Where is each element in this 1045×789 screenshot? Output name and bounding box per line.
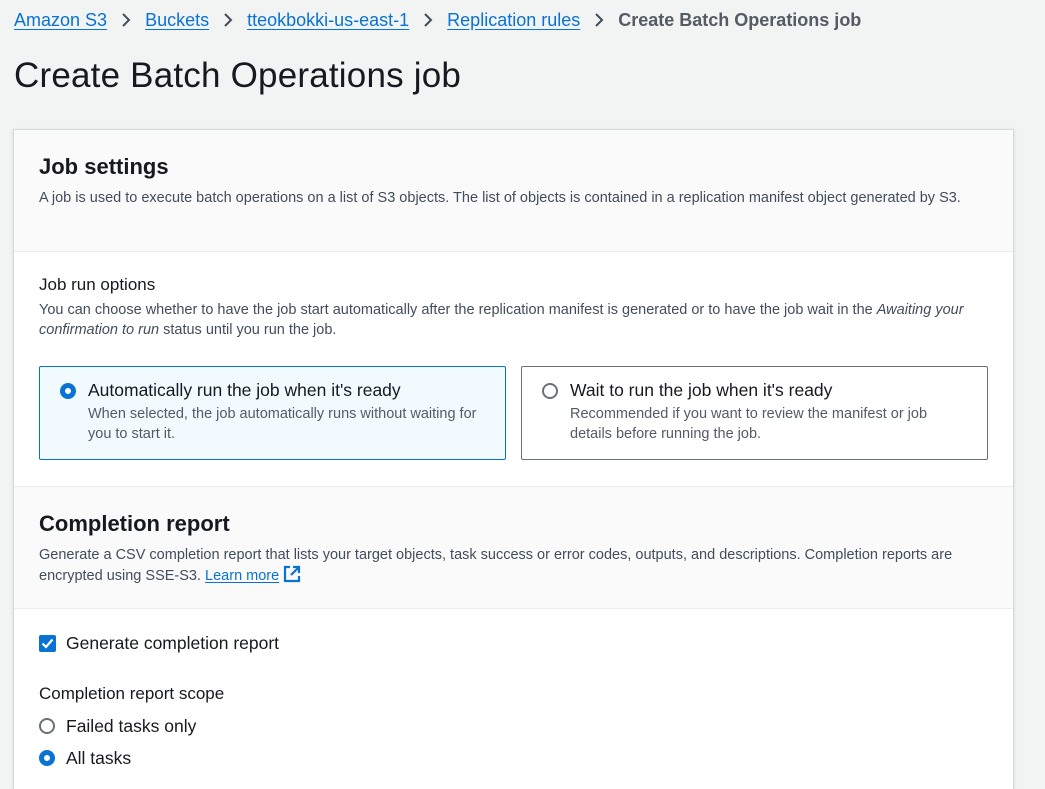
breadcrumb-link-buckets[interactable]: Buckets [145, 10, 209, 31]
wait-run-text: Wait to run the job when it's ready Reco… [570, 378, 967, 459]
scope-all-tasks-label: All tasks [66, 747, 132, 768]
completion-report-description: Generate a CSV completion report that li… [39, 545, 988, 589]
page-title: Create Batch Operations job [14, 56, 462, 95]
form-container: Job settings A job is used to execute ba… [13, 129, 1014, 789]
generate-completion-report-checkbox-row[interactable]: Generate completion report [39, 631, 988, 655]
completion-report-scope-label: Completion report scope [39, 684, 225, 703]
scope-failed-tasks-radio[interactable] [39, 718, 55, 734]
breadcrumb-link-bucket[interactable]: tteokbokki-us-east-1 [247, 10, 409, 31]
wait-run-title: Wait to run the job when it's ready [570, 380, 833, 400]
breadcrumb-current: Create Batch Operations job [618, 9, 862, 30]
scope-failed-tasks-label: Failed tasks only [66, 715, 197, 736]
breadcrumb-link-replication-rules[interactable]: Replication rules [447, 10, 580, 31]
breadcrumb-link-amazon-s3[interactable]: Amazon S3 [14, 10, 107, 31]
wait-run-tile[interactable]: Wait to run the job when it's ready Reco… [521, 366, 988, 460]
generate-completion-report-checkbox[interactable] [39, 634, 56, 652]
chevron-right-icon [217, 12, 239, 28]
job-run-options-description-prefix: You can choose whether to have the job s… [39, 302, 877, 318]
job-settings-description: A job is used to execute batch operation… [39, 190, 961, 206]
auto-run-title: Automatically run the job when it's read… [88, 380, 401, 400]
completion-report-body: Generate completion report Completion re… [14, 609, 1013, 770]
scope-all-tasks-option[interactable]: All tasks [39, 746, 988, 770]
completion-report-description-text: Generate a CSV completion report that li… [39, 547, 953, 584]
completion-report-title: Completion report [39, 511, 230, 536]
checkmark-icon [41, 638, 54, 649]
breadcrumb: Amazon S3 Buckets tteokbokki-us-east-1 R… [14, 8, 861, 32]
learn-more-link[interactable]: Learn more [205, 568, 279, 584]
chevron-right-icon [115, 12, 137, 28]
job-run-options-label: Job run options [39, 275, 156, 294]
job-run-options-tiles: Automatically run the job when it's read… [39, 366, 988, 460]
chevron-right-icon [588, 12, 610, 28]
auto-run-tile[interactable]: Automatically run the job when it's read… [39, 366, 506, 460]
completion-report-header: Completion report Generate a CSV complet… [14, 486, 1013, 609]
job-run-options-description: You can choose whether to have the job s… [39, 300, 988, 340]
job-run-options-description-suffix: status until you run the job. [159, 322, 337, 338]
scope-failed-tasks-option[interactable]: Failed tasks only [39, 714, 988, 738]
wait-run-radio[interactable] [542, 383, 558, 399]
job-settings-header: Job settings A job is used to execute ba… [14, 130, 1013, 252]
wait-run-description: Recommended if you want to review the ma… [570, 406, 928, 442]
auto-run-text: Automatically run the job when it's read… [88, 378, 485, 459]
job-settings-body: Job run options You can choose whether t… [14, 252, 1013, 486]
auto-run-description: When selected, the job automatically run… [88, 406, 477, 442]
job-settings-title: Job settings [39, 154, 169, 179]
chevron-right-icon [417, 12, 439, 28]
scope-all-tasks-radio[interactable] [39, 750, 55, 766]
auto-run-radio[interactable] [60, 383, 76, 399]
generate-completion-report-label: Generate completion report [66, 632, 280, 653]
external-link-icon[interactable] [283, 565, 301, 589]
